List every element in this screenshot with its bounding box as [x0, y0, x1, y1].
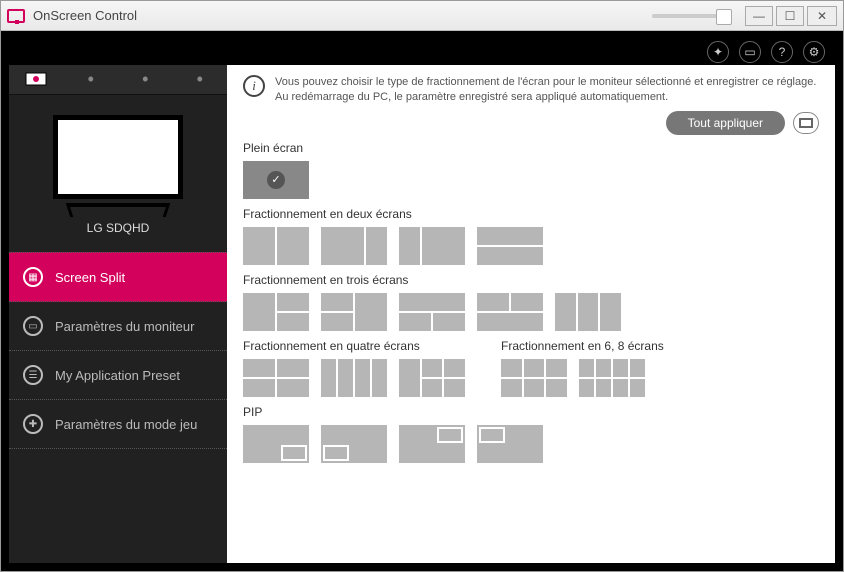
titlebar: OnScreen Control — ☐ ✕ [1, 1, 843, 31]
nav-screen-split[interactable]: ▦ Screen Split [9, 252, 227, 302]
monitor-tab-3[interactable]: • [130, 70, 160, 90]
layout-3-right-tall[interactable] [321, 293, 387, 331]
monitor-name: LG SDQHD [9, 221, 227, 235]
section-two: Fractionnement en deux écrans [243, 207, 819, 265]
layout-pip-tl[interactable] [477, 425, 543, 463]
nav-label: My Application Preset [55, 368, 180, 383]
layout-full[interactable]: ✓ [243, 161, 309, 199]
game-mode-icon: ✚ [23, 414, 43, 434]
section-four: Fractionnement en quatre écrans [243, 339, 465, 397]
app-toolbar: ✦ ▭ ? ⚙ [9, 39, 835, 65]
nav-list: ▦ Screen Split ▭ Paramètres du moniteur … [9, 253, 227, 449]
nav-app-preset[interactable]: ☰ My Application Preset [9, 350, 227, 400]
layout-8[interactable] [579, 359, 645, 397]
app-preset-icon: ☰ [23, 365, 43, 385]
monitor-tabstrip: • • • [9, 65, 227, 95]
info-bar: i Vous pouvez choisir le type de fractio… [243, 75, 819, 105]
layout-pip-br[interactable] [243, 425, 309, 463]
screen-split-icon: ▦ [23, 267, 43, 287]
monitor-stand-icon [68, 203, 168, 217]
section-title: Fractionnement en trois écrans [243, 273, 819, 287]
help-icon[interactable]: ? [771, 41, 793, 63]
section-pip: PIP [243, 405, 819, 463]
section-title: PIP [243, 405, 819, 419]
layout-pip-tr[interactable] [399, 425, 465, 463]
pointer-icon[interactable]: ✦ [707, 41, 729, 63]
monitor-tab-4[interactable]: • [185, 70, 215, 90]
monitor-preview: LG SDQHD [9, 95, 227, 247]
layout-4-grid[interactable] [243, 359, 309, 397]
layout-2-left-wide[interactable] [321, 227, 387, 265]
grid-toggle-button[interactable] [793, 112, 819, 134]
nav-monitor-settings[interactable]: ▭ Paramètres du moniteur [9, 301, 227, 351]
nav-label: Paramètres du mode jeu [55, 417, 197, 432]
layout-6[interactable] [501, 359, 567, 397]
apply-all-button[interactable]: Tout appliquer [666, 111, 785, 135]
info-icon: i [243, 75, 265, 97]
section-three: Fractionnement en trois écrans [243, 273, 819, 331]
section-sixeight: Fractionnement en 6, 8 écrans [501, 339, 664, 397]
close-button[interactable]: ✕ [807, 6, 837, 26]
layout-2-even-v[interactable] [243, 227, 309, 265]
layout-4-columns[interactable] [321, 359, 387, 397]
app-frame: ✦ ▭ ? ⚙ • • • LG SDQHD [1, 31, 843, 571]
gear-icon[interactable]: ⚙ [803, 41, 825, 63]
monitor-settings-icon: ▭ [23, 316, 43, 336]
app-body: • • • LG SDQHD ▦ Screen Split ▭ [9, 65, 835, 563]
section-title: Fractionnement en deux écrans [243, 207, 819, 221]
monitor-icon[interactable]: ▭ [739, 41, 761, 63]
window-title: OnScreen Control [33, 8, 137, 23]
info-text: Vous pouvez choisir le type de fractionn… [275, 75, 819, 105]
layout-2-right-wide[interactable] [399, 227, 465, 265]
split-options-area: Plein écran ✓ Fractionnement en deux écr… [243, 141, 819, 549]
layout-2-even-h[interactable] [477, 227, 543, 265]
nav-game-mode[interactable]: ✚ Paramètres du mode jeu [9, 399, 227, 449]
check-icon: ✓ [267, 171, 285, 189]
layout-pip-bl[interactable] [321, 425, 387, 463]
section-title: Plein écran [243, 141, 819, 155]
sidebar: • • • LG SDQHD ▦ Screen Split ▭ [9, 65, 227, 563]
nav-label: Paramètres du moniteur [55, 319, 194, 334]
app-window: OnScreen Control — ☐ ✕ ✦ ▭ ? ⚙ • • • [0, 0, 844, 572]
app-icon [7, 9, 25, 23]
monitor-tab-1[interactable] [21, 70, 51, 90]
layout-3-top-wide[interactable] [399, 293, 465, 331]
monitor-icon-large [53, 115, 183, 199]
section-title: Fractionnement en 6, 8 écrans [501, 339, 664, 353]
opacity-slider[interactable] [652, 14, 732, 18]
layout-3-bottom-wide[interactable] [477, 293, 543, 331]
grid-toggle-icon [799, 118, 813, 128]
layout-4-left-tall[interactable] [399, 359, 465, 397]
nav-label: Screen Split [55, 270, 125, 285]
content-panel: i Vous pouvez choisir le type de fractio… [227, 65, 835, 563]
monitor-tab-2[interactable]: • [76, 70, 106, 90]
section-full: Plein écran ✓ [243, 141, 819, 199]
minimize-button[interactable]: — [745, 6, 773, 26]
section-title: Fractionnement en quatre écrans [243, 339, 465, 353]
layout-3-left-tall[interactable] [243, 293, 309, 331]
maximize-button[interactable]: ☐ [776, 6, 804, 26]
action-row: Tout appliquer [243, 111, 819, 135]
layout-3-columns[interactable] [555, 293, 621, 331]
